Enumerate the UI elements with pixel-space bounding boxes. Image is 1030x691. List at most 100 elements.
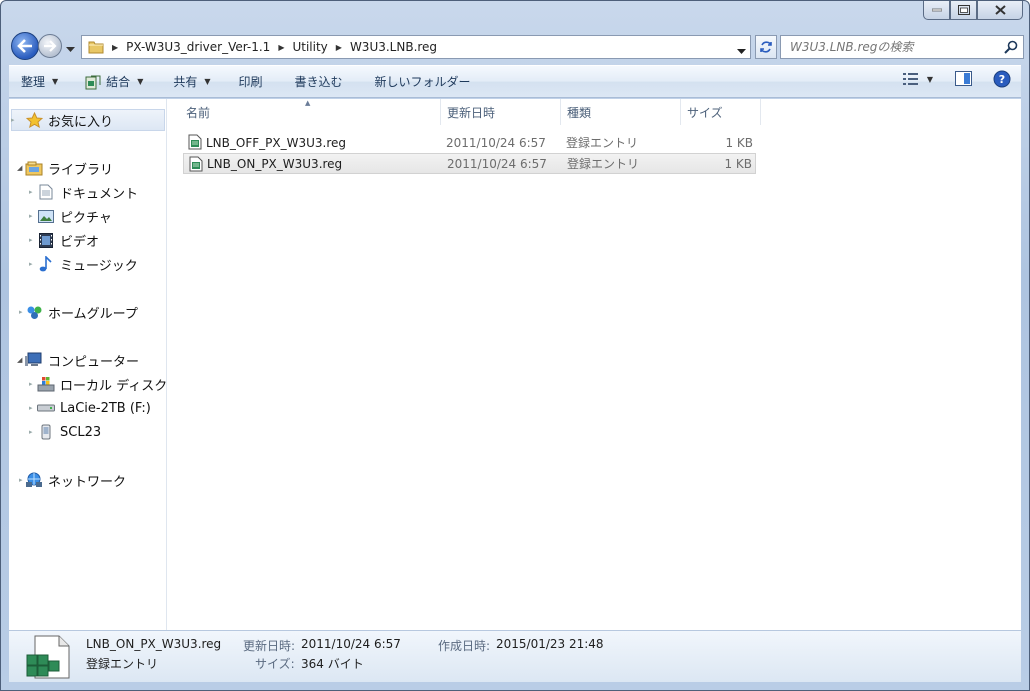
caption-buttons bbox=[923, 1, 1023, 21]
address-bar[interactable]: ▶ PX-W3U3_driver_Ver-1.1 ▶ Utility ▶ W3U… bbox=[81, 35, 751, 59]
nav-local-disk[interactable]: ▸ ローカル ディスク ( bbox=[29, 373, 167, 395]
close-button[interactable] bbox=[977, 1, 1023, 20]
navigation-pane: ▸ お気に入り ◢ ライブラリ ▸ ドキュメント ▸ ピクチャ ▸ ビデオ ▸ … bbox=[9, 99, 167, 630]
nav-computer[interactable]: ◢ コンピューター bbox=[13, 349, 139, 371]
details-modified-value: 2011/10/24 6:57 bbox=[301, 637, 401, 651]
details-modified-label: 更新日時: bbox=[243, 639, 296, 653]
nav-homegroup[interactable]: ▸ ホームグループ bbox=[13, 301, 138, 323]
column-header-type[interactable]: 種類 bbox=[567, 99, 591, 125]
nav-label: コンピューター bbox=[48, 354, 140, 370]
expand-arrow-icon[interactable]: ▸ bbox=[29, 212, 33, 220]
nav-scl23[interactable]: ▸ SCL23 bbox=[29, 421, 102, 443]
column-header-date[interactable]: 更新日時 bbox=[447, 99, 495, 125]
file-date: 2011/10/24 6:57 bbox=[447, 156, 547, 171]
minimize-icon bbox=[931, 8, 942, 12]
organize-menu[interactable]: 整理 ▼ bbox=[9, 69, 68, 95]
collapse-arrow-icon[interactable]: ◢ bbox=[17, 356, 22, 364]
expand-arrow-icon[interactable]: ▸ bbox=[29, 236, 33, 244]
expand-arrow-icon[interactable]: ▸ bbox=[11, 116, 15, 124]
registry-file-icon bbox=[188, 134, 202, 150]
registry-file-icon bbox=[189, 156, 203, 172]
preview-pane-icon[interactable] bbox=[955, 71, 973, 87]
recent-pages-dropdown[interactable] bbox=[66, 42, 75, 56]
details-size-label: サイズ: bbox=[255, 657, 295, 671]
burn-button[interactable]: 書き込む bbox=[273, 69, 353, 95]
file-date: 2011/10/24 6:57 bbox=[446, 135, 546, 150]
nav-network[interactable]: ▸ ネットワーク bbox=[13, 469, 126, 491]
expand-arrow-icon[interactable]: ▸ bbox=[29, 260, 33, 268]
breadcrumb-separator[interactable]: ▶ bbox=[278, 43, 284, 52]
nav-videos[interactable]: ▸ ビデオ bbox=[29, 229, 100, 251]
search-box[interactable] bbox=[780, 35, 1024, 59]
column-header-name[interactable]: 名前 bbox=[186, 99, 210, 125]
breadcrumb-separator[interactable]: ▶ bbox=[336, 43, 342, 52]
chevron-down-icon bbox=[66, 47, 75, 52]
expand-arrow-icon[interactable]: ▸ bbox=[29, 404, 33, 412]
address-history-dropdown[interactable] bbox=[737, 44, 746, 58]
svg-text:?: ? bbox=[999, 73, 1005, 86]
main-content: ▸ お気に入り ◢ ライブラリ ▸ ドキュメント ▸ ピクチャ ▸ ビデオ ▸ … bbox=[9, 99, 1021, 630]
expand-arrow-icon[interactable]: ▸ bbox=[29, 188, 33, 196]
new-folder-button[interactable]: 新しいフォルダー bbox=[353, 69, 481, 95]
music-note-icon bbox=[37, 256, 55, 272]
column-divider[interactable] bbox=[680, 99, 681, 125]
nav-label: ローカル ディスク ( bbox=[60, 378, 167, 394]
computer-icon bbox=[25, 352, 43, 368]
nav-favorites[interactable]: ▸ お気に入り bbox=[11, 109, 114, 131]
file-row-selected[interactable]: LNB_ON_PX_W3U3.reg 2011/10/24 6:57 登録エント… bbox=[183, 153, 756, 174]
column-divider[interactable] bbox=[760, 99, 761, 125]
column-divider[interactable] bbox=[440, 99, 441, 125]
file-size: 1 KB bbox=[724, 156, 752, 171]
breadcrumb-item[interactable]: W3U3.LNB.reg bbox=[350, 40, 437, 54]
refresh-button[interactable] bbox=[755, 35, 777, 59]
details-created-value: 2015/01/23 21:48 bbox=[496, 637, 604, 651]
nav-lacie-drive[interactable]: ▸ LaCie-2TB (F:) bbox=[29, 397, 151, 419]
share-label: 共有 bbox=[173, 75, 198, 89]
nav-label: ホームグループ bbox=[48, 306, 138, 322]
picture-icon bbox=[37, 208, 55, 224]
nav-label: ビデオ bbox=[60, 234, 100, 250]
nav-documents[interactable]: ▸ ドキュメント bbox=[29, 181, 138, 203]
organize-label: 整理 bbox=[21, 75, 46, 89]
maximize-button[interactable] bbox=[950, 1, 977, 20]
file-type: 登録エントリ bbox=[567, 157, 640, 171]
video-icon bbox=[37, 232, 55, 248]
star-icon bbox=[25, 112, 43, 128]
nav-label: お気に入り bbox=[48, 114, 114, 130]
help-icon[interactable]: ? bbox=[993, 70, 1011, 88]
column-header-size[interactable]: サイズ bbox=[687, 99, 723, 125]
file-name: LNB_ON_PX_W3U3.reg bbox=[207, 156, 343, 171]
column-divider[interactable] bbox=[560, 99, 561, 125]
collapse-arrow-icon[interactable]: ◢ bbox=[17, 164, 22, 172]
nav-libraries[interactable]: ◢ ライブラリ bbox=[13, 157, 113, 179]
nav-music[interactable]: ▸ ミュージック bbox=[29, 253, 138, 275]
chevron-down-icon[interactable]: ▼ bbox=[927, 75, 933, 84]
search-input[interactable] bbox=[790, 40, 990, 54]
chevron-down-icon bbox=[737, 49, 746, 54]
breadcrumb-item[interactable]: PX-W3U3_driver_Ver-1.1 bbox=[126, 40, 270, 54]
print-button[interactable]: 印刷 bbox=[221, 69, 273, 95]
network-icon bbox=[25, 472, 43, 488]
expand-arrow-icon[interactable]: ▸ bbox=[29, 428, 33, 436]
search-icon[interactable] bbox=[1004, 40, 1018, 54]
breadcrumb-separator[interactable]: ▶ bbox=[112, 43, 118, 52]
view-options-button[interactable]: ▼ bbox=[902, 72, 933, 86]
back-button[interactable] bbox=[11, 32, 39, 60]
share-menu[interactable]: 共有 ▼ bbox=[153, 69, 220, 95]
expand-arrow-icon[interactable]: ▸ bbox=[19, 308, 23, 316]
registry-merge-icon bbox=[85, 75, 101, 89]
nav-label: SCL23 bbox=[60, 424, 102, 440]
file-row[interactable]: LNB_OFF_PX_W3U3.reg 2011/10/24 6:57 登録エン… bbox=[183, 132, 756, 153]
refresh-icon bbox=[760, 41, 772, 53]
expand-arrow-icon[interactable]: ▸ bbox=[19, 476, 23, 484]
combine-menu[interactable]: 結合 ▼ bbox=[68, 69, 153, 95]
chevron-down-icon: ▼ bbox=[137, 77, 144, 86]
forward-button[interactable] bbox=[38, 34, 62, 58]
expand-arrow-icon[interactable]: ▸ bbox=[29, 380, 33, 388]
details-filetype: 登録エントリ bbox=[86, 657, 159, 671]
forward-arrow-icon bbox=[44, 40, 57, 52]
breadcrumb-item[interactable]: Utility bbox=[292, 40, 327, 54]
minimize-button[interactable] bbox=[923, 1, 950, 20]
nav-pictures[interactable]: ▸ ピクチャ bbox=[29, 205, 112, 227]
details-view-icon bbox=[902, 73, 918, 85]
